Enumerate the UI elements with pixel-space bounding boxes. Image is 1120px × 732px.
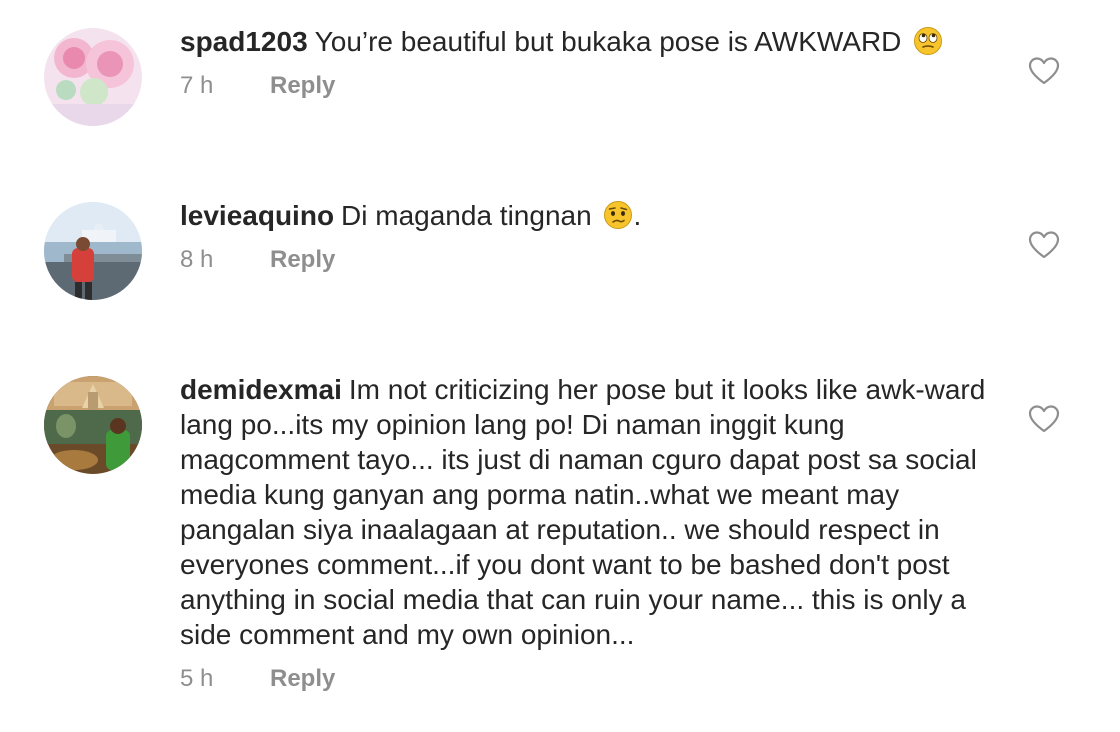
comment-text: demidexmai Im not criticizing her pose bu…	[180, 372, 1000, 652]
comment-meta: 8 h Reply	[180, 245, 1000, 275]
username-link[interactable]: demidexmai	[180, 374, 342, 405]
like-heart-icon[interactable]	[1028, 56, 1060, 86]
comment-timestamp: 8 h	[180, 246, 214, 273]
comment-message: You’re beautiful but bukaka pose is AWKW…	[314, 26, 902, 57]
username-link[interactable]: spad1203	[180, 26, 308, 57]
comment-meta: 5 h Reply	[180, 664, 1000, 694]
comment-meta: 7 h Reply	[180, 71, 1000, 101]
comment-timestamp: 5 h	[180, 665, 214, 692]
reply-button[interactable]: Reply	[270, 665, 335, 692]
reply-button[interactable]: Reply	[270, 246, 335, 273]
comment-message: Di maganda tingnan	[341, 200, 592, 231]
avatar[interactable]	[44, 376, 142, 474]
confused-face-emoji-icon	[604, 201, 633, 229]
reply-button[interactable]: Reply	[270, 72, 335, 99]
comment-message-end: .	[633, 200, 642, 231]
avatar[interactable]	[44, 202, 142, 300]
like-heart-icon[interactable]	[1028, 230, 1060, 260]
avatar[interactable]	[44, 28, 142, 126]
comment-message: Im not criticizing her pose but it looks…	[180, 374, 986, 650]
comment-text: levieaquino Di maganda tingnan .	[180, 198, 1000, 233]
comment-body: demidexmai Im not criticizing her pose bu…	[180, 372, 1000, 694]
comment-body: levieaquino Di maganda tingnan . 8 h Reply	[180, 198, 1000, 275]
comment-body: spad1203 You’re beautiful but bukaka pose…	[180, 24, 1000, 101]
comment-timestamp: 7 h	[180, 72, 214, 99]
username-link[interactable]: levieaquino	[180, 200, 334, 231]
rolling-eyes-emoji-icon	[914, 27, 943, 55]
comment-text: spad1203 You’re beautiful but bukaka pose…	[180, 24, 1000, 59]
like-heart-icon[interactable]	[1028, 404, 1060, 434]
